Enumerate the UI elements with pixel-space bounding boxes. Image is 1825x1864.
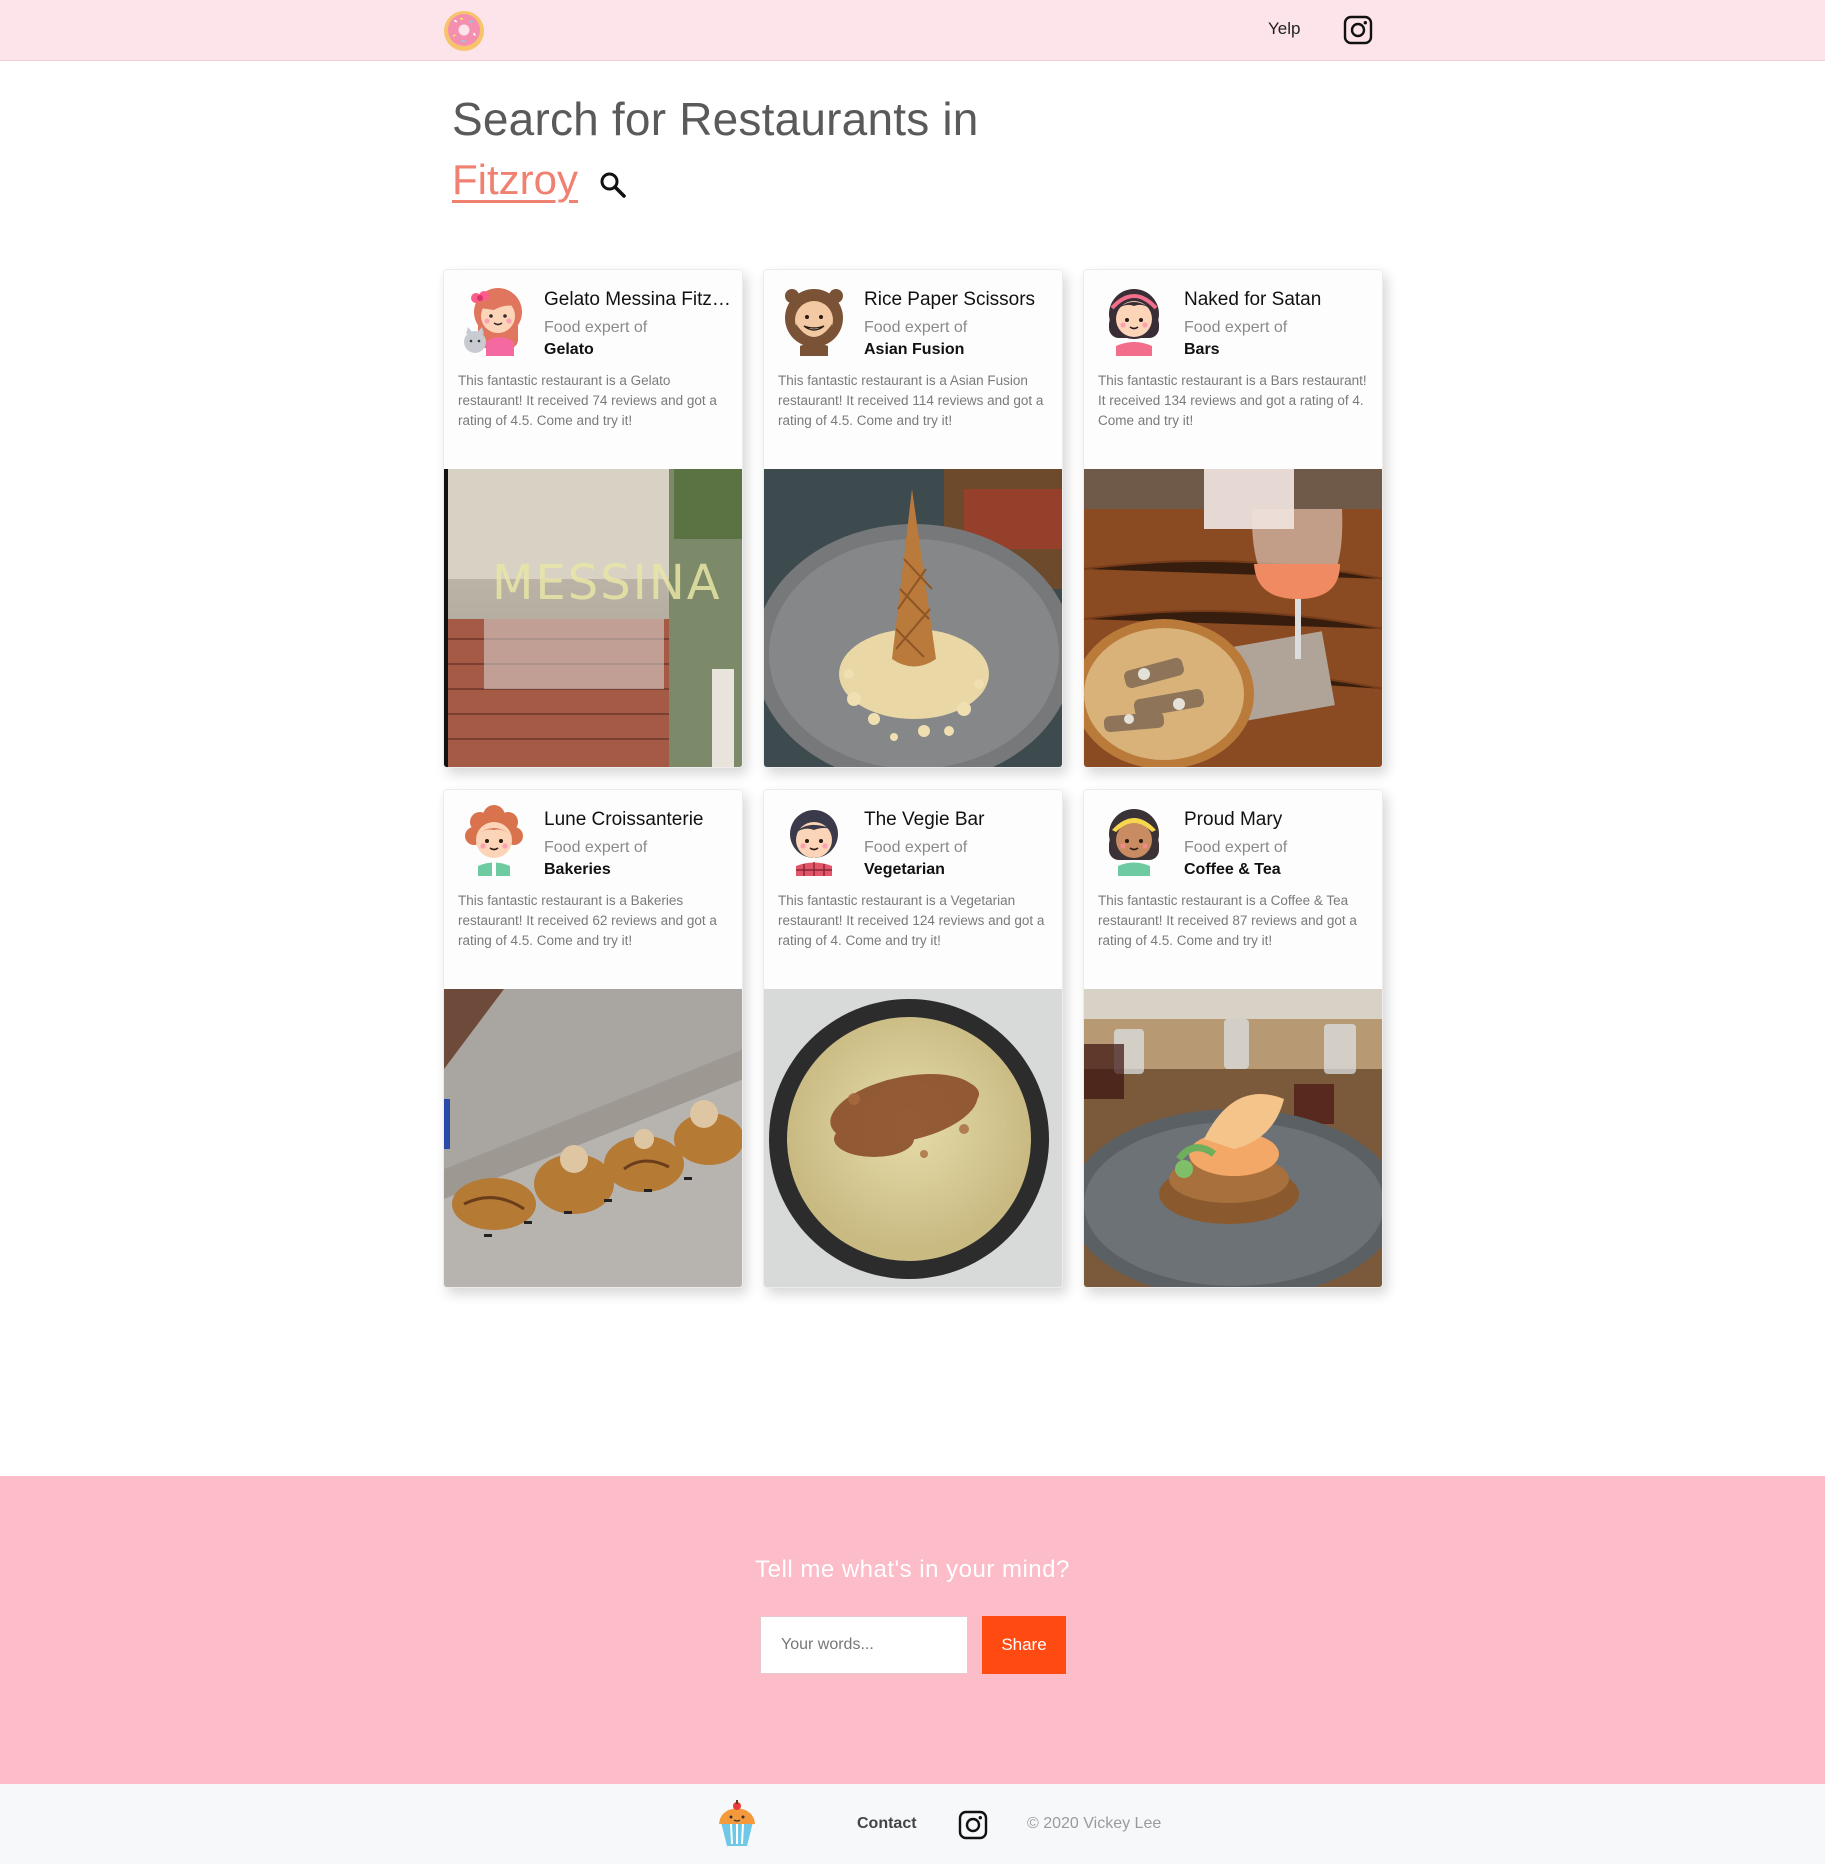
footer-contact-link[interactable]: Contact [857, 1815, 917, 1833]
restaurant-name[interactable]: Lune Croissanterie [544, 809, 734, 831]
restaurant-card[interactable]: Gelato Messina Fitzroy Food expert of Ge… [443, 269, 743, 768]
svg-text:MESSINA: MESSINA [492, 555, 722, 611]
restaurant-card[interactable]: Proud Mary Food expert of Coffee & Tea T… [1083, 789, 1383, 1288]
restaurant-category: Vegetarian [864, 861, 945, 878]
restaurant-name[interactable]: Gelato Messina Fitzroy [544, 289, 734, 311]
latte-cup-photo [764, 989, 1062, 1287]
restaurant-name[interactable]: Naked for Satan [1184, 289, 1374, 311]
restaurant-category: Bakeries [544, 861, 611, 878]
instagram-icon[interactable] [1343, 15, 1373, 45]
restaurant-description: This fantastic restaurant is a Bars rest… [1098, 373, 1367, 428]
wine-and-pintxos-photo [1084, 469, 1382, 767]
restaurant-description: This fantastic restaurant is a Gelato re… [458, 373, 717, 428]
bear-hood-avatar-icon [785, 289, 843, 356]
feedback-title: Tell me what's in your mind? [755, 1556, 1070, 1583]
instagram-icon[interactable] [958, 1810, 988, 1840]
restaurant-category: Bars [1184, 341, 1220, 358]
restaurant-description: This fantastic restaurant is a Bakeries … [458, 893, 717, 948]
copyright-text: © 2020 Vickey Lee [1027, 1815, 1162, 1832]
expert-label: Food expert of [544, 839, 648, 856]
card-header: Lune Croissanterie Food expert of Bakeri… [444, 790, 742, 990]
expert-label: Food expert of [1184, 839, 1288, 856]
girl-yellow-headband-avatar-icon [1109, 809, 1159, 876]
expert-label: Food expert of [544, 319, 648, 336]
restaurant-category: Coffee & Tea [1184, 861, 1281, 878]
boy-plaid-avatar-icon [790, 810, 838, 876]
expert-label: Food expert of [1184, 319, 1288, 336]
donut-icon[interactable] [442, 9, 486, 53]
card-header: Proud Mary Food expert of Coffee & Tea T… [1084, 790, 1382, 990]
curly-hair-avatar-icon [465, 805, 523, 876]
cupcake-icon[interactable] [716, 1800, 758, 1846]
search-icon[interactable] [598, 170, 628, 200]
messina-storefront-photo: MESSINA [444, 469, 742, 767]
restaurant-category: Gelato [544, 341, 594, 358]
expert-label: Food expert of [864, 319, 968, 336]
expert-label: Food expert of [864, 839, 968, 856]
page-title: Search for Restaurants in [452, 93, 979, 145]
feedback-input[interactable] [760, 1616, 968, 1674]
restaurant-description: This fantastic restaurant is a Vegetaria… [778, 893, 1045, 948]
brunch-plate-photo [1084, 989, 1382, 1287]
croissants-photo [444, 989, 742, 1287]
city-selector-link[interactable]: Fitzroy [452, 156, 578, 204]
card-header: Naked for Satan Food expert of Bars This… [1084, 270, 1382, 470]
restaurant-description: This fantastic restaurant is a Asian Fus… [778, 373, 1044, 428]
nav-link-yelp[interactable]: Yelp [1268, 19, 1300, 39]
ice-cream-cone-dessert-photo [764, 469, 1062, 767]
share-button[interactable]: Share [982, 1616, 1066, 1674]
girl-with-cat-avatar-icon [464, 288, 522, 356]
restaurant-description: This fantastic restaurant is a Coffee & … [1098, 893, 1357, 948]
restaurant-name[interactable]: The Vegie Bar [864, 809, 1054, 831]
card-header: The Vegie Bar Food expert of Vegetarian … [764, 790, 1062, 990]
card-header: Rice Paper Scissors Food expert of Asian… [764, 270, 1062, 470]
restaurant-card[interactable]: Lune Croissanterie Food expert of Bakeri… [443, 789, 743, 1288]
restaurant-name[interactable]: Rice Paper Scissors [864, 289, 1054, 311]
girl-headband-avatar-icon [1109, 289, 1159, 356]
restaurant-category: Asian Fusion [864, 341, 965, 358]
restaurant-card[interactable]: Rice Paper Scissors Food expert of Asian… [763, 269, 1063, 768]
top-navbar: Yelp [0, 0, 1825, 61]
restaurant-card[interactable]: Naked for Satan Food expert of Bars This… [1083, 269, 1383, 768]
restaurant-card[interactable]: The Vegie Bar Food expert of Vegetarian … [763, 789, 1063, 1288]
restaurant-name[interactable]: Proud Mary [1184, 809, 1374, 831]
card-header: Gelato Messina Fitzroy Food expert of Ge… [444, 270, 742, 470]
